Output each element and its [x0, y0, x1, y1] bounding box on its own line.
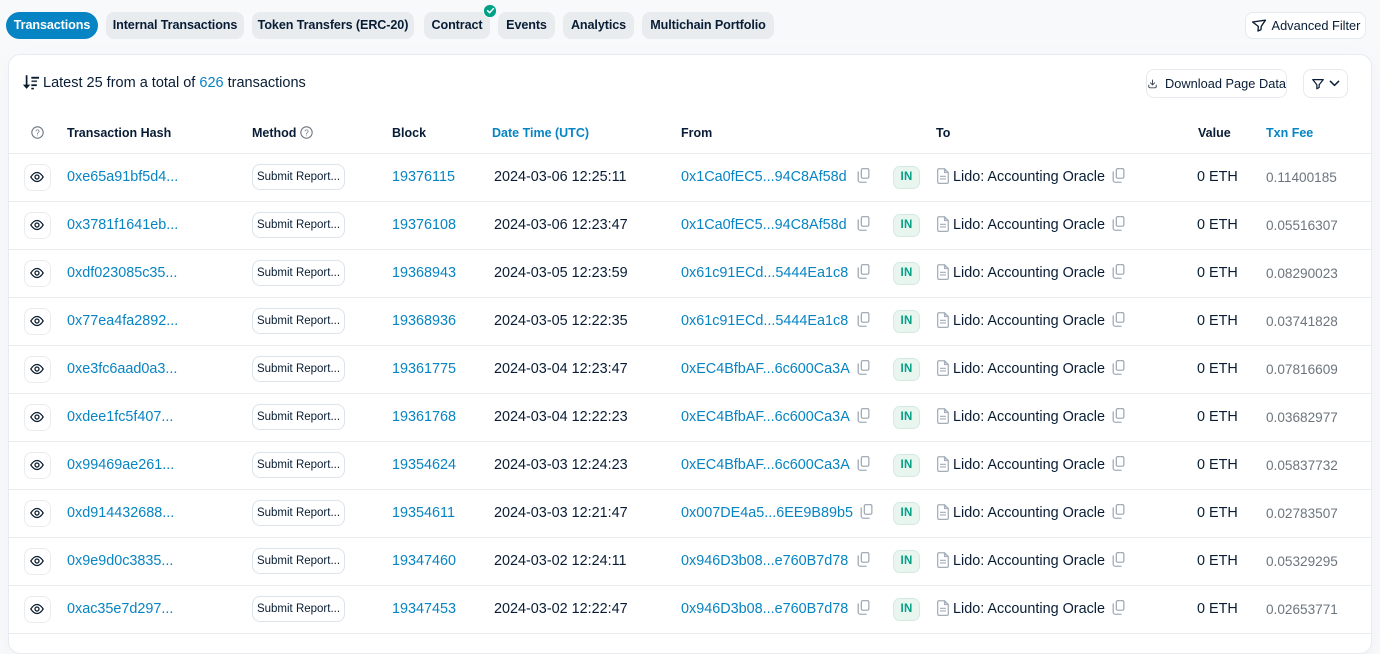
svg-text:?: ? — [35, 128, 40, 137]
svg-text:?: ? — [304, 128, 309, 137]
